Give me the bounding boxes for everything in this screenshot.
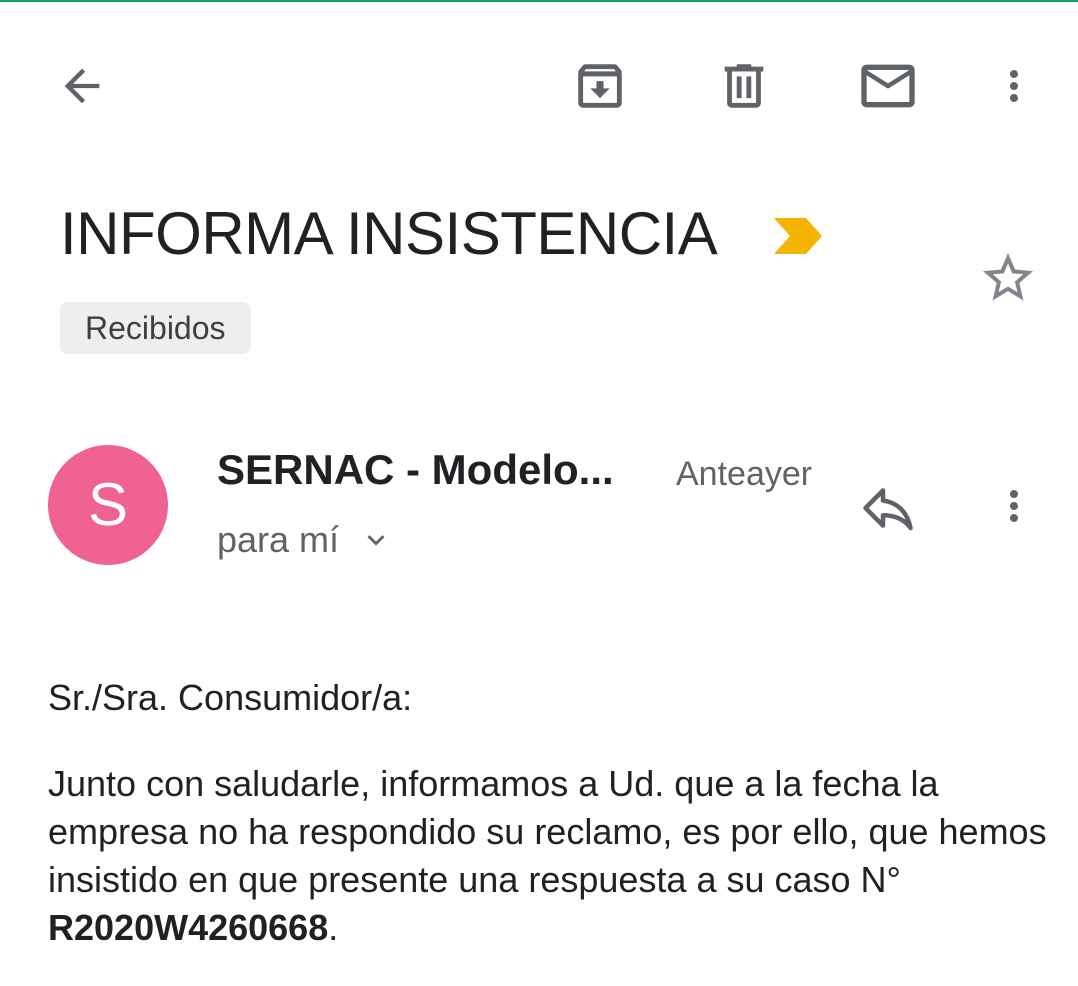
message-more-button[interactable]	[990, 476, 1038, 536]
email-greeting: Sr./Sra. Consumidor/a:	[48, 677, 413, 718]
trash-icon	[724, 64, 764, 108]
top-accent-bar	[0, 0, 1078, 2]
reply-button[interactable]	[856, 476, 920, 540]
archive-button[interactable]	[566, 54, 634, 118]
avatar[interactable]: S	[48, 445, 168, 565]
more-vert-icon	[1010, 490, 1018, 522]
email-subject: INFORMA INSISTENCIA	[60, 200, 718, 267]
delete-button[interactable]	[712, 54, 776, 118]
star-button[interactable]	[978, 248, 1038, 313]
email-body: Junto con saludarle, informamos a Ud. qu…	[48, 760, 1048, 952]
email-date: Anteayer	[676, 455, 813, 493]
inbox-label-chip[interactable]: Recibidos	[60, 302, 251, 354]
star-icon	[983, 253, 1033, 301]
reply-icon	[863, 488, 913, 531]
mail-icon	[861, 64, 915, 108]
case-number: R2020W4260668	[48, 907, 329, 948]
chevron-down-icon	[359, 523, 393, 557]
arrow-back-icon	[64, 68, 100, 104]
more-options-button[interactable]	[990, 56, 1038, 116]
mark-unread-button[interactable]	[852, 54, 924, 118]
recipient-label: para mí	[217, 519, 340, 560]
body-paragraph: Junto con saludarle, informamos a Ud. qu…	[48, 763, 1047, 900]
archive-icon	[578, 64, 622, 108]
back-button[interactable]	[52, 56, 112, 116]
more-vert-icon	[1010, 70, 1018, 102]
sender-name: SERNAC - Modelo...	[217, 446, 614, 493]
importance-marker-icon[interactable]	[772, 216, 824, 261]
body-end-punct: .	[328, 907, 339, 948]
recipient-details-toggle[interactable]: para mí	[217, 517, 393, 563]
